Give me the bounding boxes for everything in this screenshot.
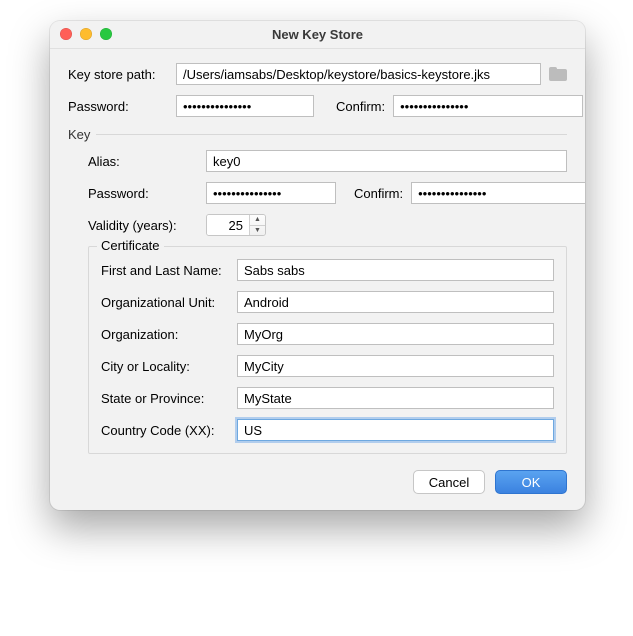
divider	[96, 134, 567, 135]
dialog-footer: Cancel OK	[50, 470, 585, 510]
titlebar: New Key Store	[50, 21, 585, 49]
city-input[interactable]	[237, 355, 554, 377]
org-unit-label: Organizational Unit:	[101, 295, 231, 310]
key-section-label: Key	[68, 127, 90, 142]
validity-label: Validity (years):	[88, 218, 198, 233]
organization-input[interactable]	[237, 323, 554, 345]
certificate-fieldset: Certificate First and Last Name: Organiz…	[88, 246, 567, 454]
zoom-icon[interactable]	[100, 28, 112, 40]
validity-spinner[interactable]: ▲ ▼	[206, 214, 266, 236]
dialog-window: New Key Store Key store path: Password: …	[50, 21, 585, 510]
password-input[interactable]	[176, 95, 314, 117]
alias-label: Alias:	[88, 154, 198, 169]
password-label: Password:	[68, 99, 168, 114]
cancel-button[interactable]: Cancel	[413, 470, 485, 494]
first-last-input[interactable]	[237, 259, 554, 281]
city-label: City or Locality:	[101, 359, 231, 374]
state-label: State or Province:	[101, 391, 231, 406]
stepper-down-icon[interactable]: ▼	[250, 226, 265, 236]
close-icon[interactable]	[60, 28, 72, 40]
window-controls	[60, 28, 112, 40]
confirm-input[interactable]	[393, 95, 583, 117]
keystore-path-label: Key store path:	[68, 67, 168, 82]
minimize-icon[interactable]	[80, 28, 92, 40]
keystore-path-input[interactable]	[176, 63, 541, 85]
window-title: New Key Store	[272, 27, 363, 42]
country-input[interactable]	[237, 419, 554, 441]
browse-folder-icon[interactable]	[549, 67, 567, 81]
confirm-label: Confirm:	[336, 99, 385, 114]
state-input[interactable]	[237, 387, 554, 409]
alias-input[interactable]	[206, 150, 567, 172]
key-password-label: Password:	[88, 186, 198, 201]
validity-input[interactable]	[207, 215, 249, 235]
dialog-content: Key store path: Password: Confirm: Key A…	[50, 49, 585, 470]
key-password-input[interactable]	[206, 182, 336, 204]
ok-button[interactable]: OK	[495, 470, 567, 494]
key-confirm-label: Confirm:	[354, 186, 403, 201]
key-confirm-input[interactable]	[411, 182, 585, 204]
country-label: Country Code (XX):	[101, 423, 231, 438]
org-unit-input[interactable]	[237, 291, 554, 313]
certificate-section-label: Certificate	[97, 238, 164, 253]
organization-label: Organization:	[101, 327, 231, 342]
stepper-up-icon[interactable]: ▲	[250, 215, 265, 226]
first-last-label: First and Last Name:	[101, 263, 231, 278]
